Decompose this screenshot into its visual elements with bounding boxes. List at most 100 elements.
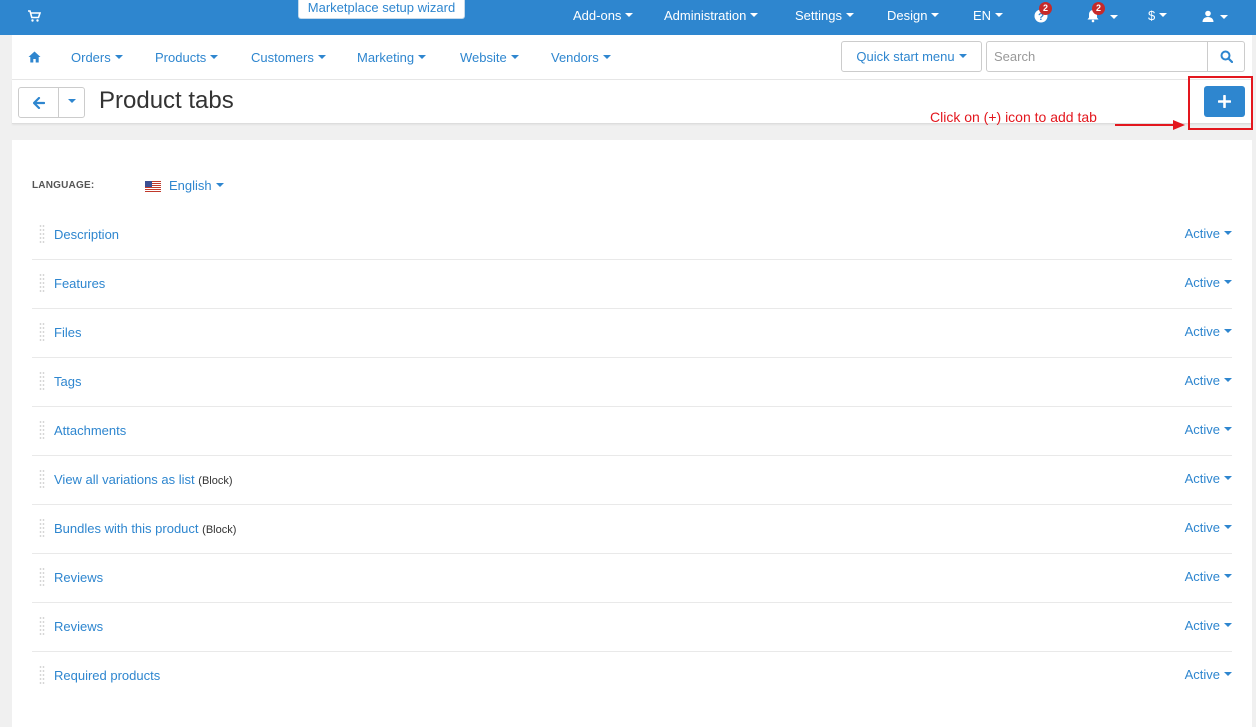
tab-name-link[interactable]: Attachments: [54, 423, 126, 438]
notifications-menu[interactable]: 2: [1086, 0, 1120, 35]
status-dropdown[interactable]: Active: [1185, 275, 1232, 290]
product-tabs-panel: LANGUAGE: English Description Active Featu…: [12, 140, 1252, 727]
tab-name-link[interactable]: Reviews: [54, 570, 103, 585]
chevron-down-icon: [1224, 475, 1232, 480]
status-dropdown[interactable]: Active: [1185, 373, 1232, 388]
currency-label: $: [1148, 8, 1156, 23]
search-input[interactable]: Search: [986, 41, 1208, 72]
status-dropdown[interactable]: Active: [1185, 618, 1232, 633]
status-dropdown[interactable]: Active: [1185, 226, 1232, 241]
us-flag-icon: [145, 181, 161, 192]
tab-row: Description Active: [32, 211, 1232, 260]
chevron-down-icon: [510, 54, 519, 59]
drag-handle-icon[interactable]: [39, 371, 45, 391]
language-value: English: [169, 178, 212, 193]
status-dropdown[interactable]: Active: [1185, 667, 1232, 682]
chevron-down-icon: [215, 182, 224, 187]
help-menu[interactable]: ? 2: [1034, 0, 1054, 35]
administration-label: Administration: [664, 8, 747, 23]
tab-name-link[interactable]: Description: [54, 227, 119, 242]
nav-customers-label: Customers: [251, 50, 314, 65]
chevron-down-icon: [1159, 12, 1168, 17]
tab-name-link[interactable]: Features: [54, 276, 105, 291]
status-dropdown[interactable]: Active: [1185, 569, 1232, 584]
chevron-down-icon: [958, 53, 967, 58]
drag-handle-icon[interactable]: [39, 567, 45, 587]
status-dropdown[interactable]: Active: [1185, 520, 1232, 535]
tab-name: Reviews: [54, 619, 104, 634]
marketplace-setup-wizard-button[interactable]: Marketplace setup wizard: [298, 0, 465, 19]
chevron-down-icon: [931, 12, 940, 17]
annotation-arrow-icon: [1115, 120, 1185, 130]
nav-orders[interactable]: Orders: [71, 35, 123, 80]
status-dropdown[interactable]: Active: [1185, 324, 1232, 339]
status-label: Active: [1184, 471, 1220, 486]
design-menu[interactable]: Design: [887, 0, 940, 35]
nav-products[interactable]: Products: [155, 35, 219, 80]
cart-icon[interactable]: [27, 9, 41, 23]
drag-handle-icon[interactable]: [39, 518, 45, 538]
tab-row: Tags Active: [32, 358, 1232, 407]
tab-name: Reviews: [54, 570, 104, 585]
nav-products-label: Products: [155, 50, 207, 65]
search-button[interactable]: [1207, 41, 1245, 72]
notifications-badge: 2: [1092, 2, 1105, 15]
tab-name: Attachments: [54, 423, 127, 438]
drag-handle-icon[interactable]: [39, 224, 45, 244]
drag-handle-icon[interactable]: [39, 616, 45, 636]
addons-label: Add-ons: [573, 8, 622, 23]
help-badge: 2: [1039, 2, 1052, 15]
drag-handle-icon[interactable]: [39, 420, 45, 440]
status-dropdown[interactable]: Active: [1185, 422, 1232, 437]
status-label: Active: [1184, 422, 1220, 437]
nav-website[interactable]: Website: [460, 35, 519, 80]
tab-row: Bundles with this product (Block) Active: [32, 505, 1232, 554]
status-dropdown[interactable]: Active: [1185, 471, 1232, 486]
chevron-down-icon: [210, 54, 219, 59]
drag-handle-icon[interactable]: [39, 469, 45, 489]
design-label: Design: [887, 8, 928, 23]
drag-handle-icon[interactable]: [39, 322, 45, 342]
user-menu[interactable]: [1202, 0, 1232, 35]
drag-handle-icon[interactable]: [39, 273, 45, 293]
tab-name-link[interactable]: Files: [54, 325, 81, 340]
drag-handle-icon[interactable]: [39, 665, 45, 685]
arrow-left-icon: [33, 97, 45, 109]
status-label: Active: [1184, 569, 1220, 584]
quick-start-menu-button[interactable]: Quick start menu: [841, 41, 982, 72]
chevron-down-icon: [845, 12, 854, 17]
chevron-down-icon: [1224, 524, 1232, 529]
status-label: Active: [1184, 667, 1220, 682]
addons-menu[interactable]: Add-ons: [573, 0, 634, 35]
tab-name: View all variations as list: [54, 472, 195, 487]
chevron-down-icon: [1224, 328, 1232, 333]
chevron-down-icon: [114, 54, 123, 59]
chevron-down-icon: [1224, 377, 1232, 382]
language-selector[interactable]: English: [169, 178, 224, 193]
chevron-down-icon: [1224, 671, 1232, 676]
tab-name-link[interactable]: Reviews: [54, 619, 103, 634]
chevron-down-icon: [1224, 230, 1232, 235]
tab-name-link[interactable]: Tags: [54, 374, 81, 389]
tab-name-link[interactable]: Required products: [54, 668, 160, 683]
nav-customers[interactable]: Customers: [251, 35, 326, 80]
nav-orders-label: Orders: [71, 50, 111, 65]
chevron-down-icon: [602, 54, 611, 59]
chevron-down-icon: [1224, 573, 1232, 578]
administration-menu[interactable]: Administration: [664, 0, 759, 35]
nav-vendors-label: Vendors: [551, 50, 599, 65]
tab-name-link[interactable]: Bundles with this product (Block): [54, 521, 236, 536]
language-menu[interactable]: EN: [973, 0, 1004, 35]
back-button[interactable]: [18, 87, 59, 118]
nav-marketing[interactable]: Marketing: [357, 35, 427, 80]
tab-name: Tags: [54, 374, 82, 389]
nav-vendors[interactable]: Vendors: [551, 35, 611, 80]
settings-menu[interactable]: Settings: [795, 0, 854, 35]
tab-name-link[interactable]: View all variations as list (Block): [54, 472, 233, 487]
tab-name: Files: [54, 325, 82, 340]
status-label: Active: [1184, 520, 1220, 535]
home-icon[interactable]: [28, 51, 41, 63]
tab-name: Features: [54, 276, 106, 291]
currency-menu[interactable]: $: [1148, 0, 1168, 35]
back-dropdown-button[interactable]: [58, 87, 85, 118]
